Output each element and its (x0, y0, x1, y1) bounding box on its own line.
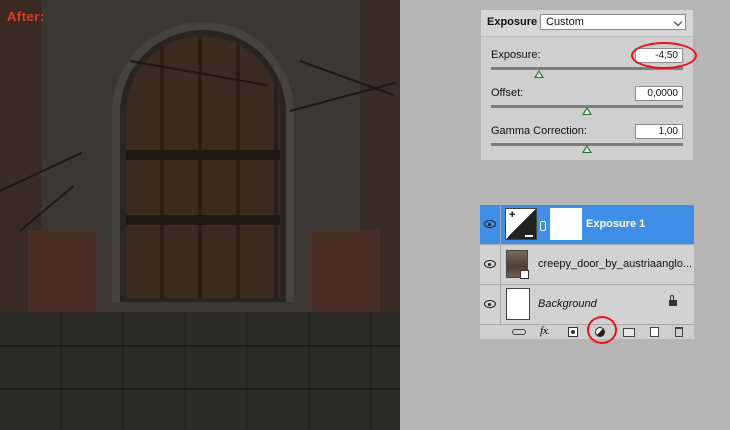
gamma-label: Gamma Correction: (491, 125, 587, 137)
photo-canvas[interactable]: After: (0, 0, 400, 430)
gamma-field[interactable]: 1,00 (635, 124, 683, 139)
trash-icon[interactable] (675, 327, 683, 337)
adjustment-title: Exposure (487, 16, 538, 28)
chevron-down-icon (673, 17, 683, 27)
eye-icon[interactable] (484, 260, 496, 268)
fx-dropdown-marker: . (547, 328, 550, 336)
visibility-cell[interactable] (480, 285, 501, 324)
mask-dot (571, 330, 575, 334)
adjustment-layer-icon: + (505, 208, 537, 240)
pavement-seam (0, 388, 400, 390)
after-label: After: (7, 9, 45, 24)
minus-icon (525, 235, 533, 237)
folder-icon[interactable] (623, 328, 635, 337)
layer-name: Background (538, 298, 597, 310)
annotation-circle-exposure (631, 42, 697, 69)
properties-panel: Exposure Custom Exposure: -4,50 Offset: … (481, 10, 693, 160)
eye-icon[interactable] (484, 220, 496, 228)
exposure-label: Exposure: (491, 49, 541, 61)
lock-icon (669, 295, 677, 306)
layer-name: creepy_door_by_austriaanglo... (538, 258, 693, 270)
properties-header: Exposure Custom (481, 10, 693, 37)
pavement-seam (0, 345, 400, 347)
offset-slider-thumb[interactable] (582, 107, 592, 115)
eye-icon[interactable] (484, 300, 496, 308)
offset-label: Offset: (491, 87, 524, 99)
new-layer-icon[interactable] (650, 327, 659, 337)
layers-panel: + Exposure 1 creepy_door_by_austriaanglo… (480, 205, 694, 339)
stone-pavement (0, 312, 400, 430)
plus-icon: + (509, 209, 516, 221)
brick-pillar-right (310, 230, 380, 315)
layer-mask-thumbnail[interactable] (550, 208, 582, 240)
background-thumbnail (506, 288, 530, 320)
visibility-cell[interactable] (480, 245, 501, 284)
offset-field[interactable]: 0,0000 (635, 86, 683, 101)
layer-name: Exposure 1 (586, 218, 646, 230)
layer-row-creepy-door[interactable]: creepy_door_by_austriaanglo... (480, 245, 694, 285)
layer-row-exposure[interactable]: + Exposure 1 (480, 205, 694, 245)
mask-icon[interactable] (568, 327, 578, 337)
gamma-slider-thumb[interactable] (582, 145, 592, 153)
visibility-cell[interactable] (480, 205, 501, 244)
preset-dropdown[interactable]: Custom (540, 14, 686, 30)
link-icon[interactable] (512, 329, 526, 335)
exposure-slider-thumb[interactable] (534, 70, 544, 78)
brick-pillar-left (28, 230, 98, 315)
smart-object-icon (520, 270, 529, 279)
wooden-door (126, 36, 280, 298)
door-iron-band (126, 215, 280, 225)
chain-link-icon[interactable] (540, 221, 546, 231)
fx-icon[interactable]: fx. (540, 325, 556, 339)
annotation-circle-adjustment (587, 316, 617, 344)
door-iron-band (126, 150, 280, 160)
smart-object-thumbnail (506, 250, 529, 279)
layer-row-background[interactable]: Background (480, 285, 694, 325)
preset-value: Custom (546, 16, 584, 28)
